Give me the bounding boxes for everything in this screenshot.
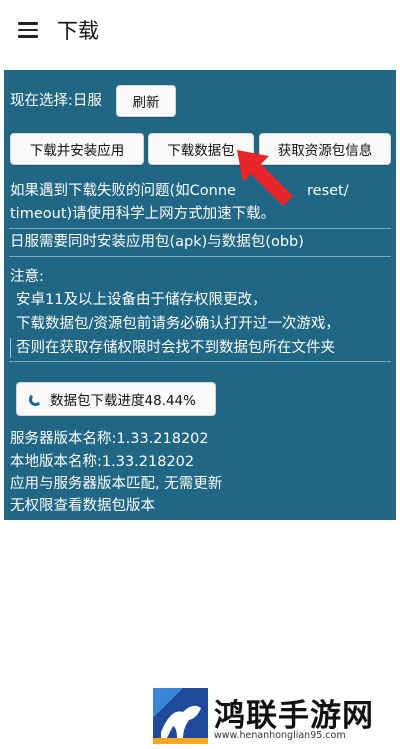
notice-line-1b: reset/ [307,183,349,199]
spinner-icon [29,392,42,406]
notice-line-1a: 如果遇到下载失败的问题(如Conne [10,183,236,199]
watermark-url: www.henanhonglian95.com [214,730,346,741]
download-install-button[interactable]: 下载并安装应用 [10,133,144,165]
hamburger-icon[interactable] [18,22,38,38]
divider [9,256,391,257]
jp-server-note: 日服需要同时安装应用包(apk)与数据包(obb) [10,234,304,250]
version-match: 应用与服务器版本匹配, 无需更新 [10,476,223,492]
progress-label: 数据包下载进度48.44% [50,393,196,409]
watermark-text: 鸿联手游网 [214,698,374,734]
app-bar: 下载 [0,0,400,62]
red-arrow-icon [237,150,293,206]
local-version: 本地版本名称:1.33.218202 [10,454,195,470]
download-panel: 现在选择:日服 刷新 下载并安装应用 下载数据包 获取资源包信息 如果遇到下载失… [4,70,396,520]
attention-line: 下载数据包/资源包前请务必确认打开过一次游戏， [16,316,340,332]
download-progress-button[interactable]: 数据包下载进度48.44% [16,382,216,416]
attention-line: 安卓11及以上设备由于储存权限更改， [16,292,267,308]
refresh-button[interactable]: 刷新 [116,85,176,117]
watermark-logo-icon [153,688,208,744]
package-version-status: 无权限查看数据包版本 [10,498,155,514]
selection-label: 现在选择:日服 [10,93,102,109]
page-title: 下载 [57,19,99,43]
divider [9,361,391,362]
divider [9,228,391,229]
attention-title: 注意: [10,269,44,285]
server-version: 服务器版本名称:1.33.218202 [10,431,209,447]
attention-line: 否则在获取存储权限时会找不到数据包所在文件夹 [10,338,335,358]
